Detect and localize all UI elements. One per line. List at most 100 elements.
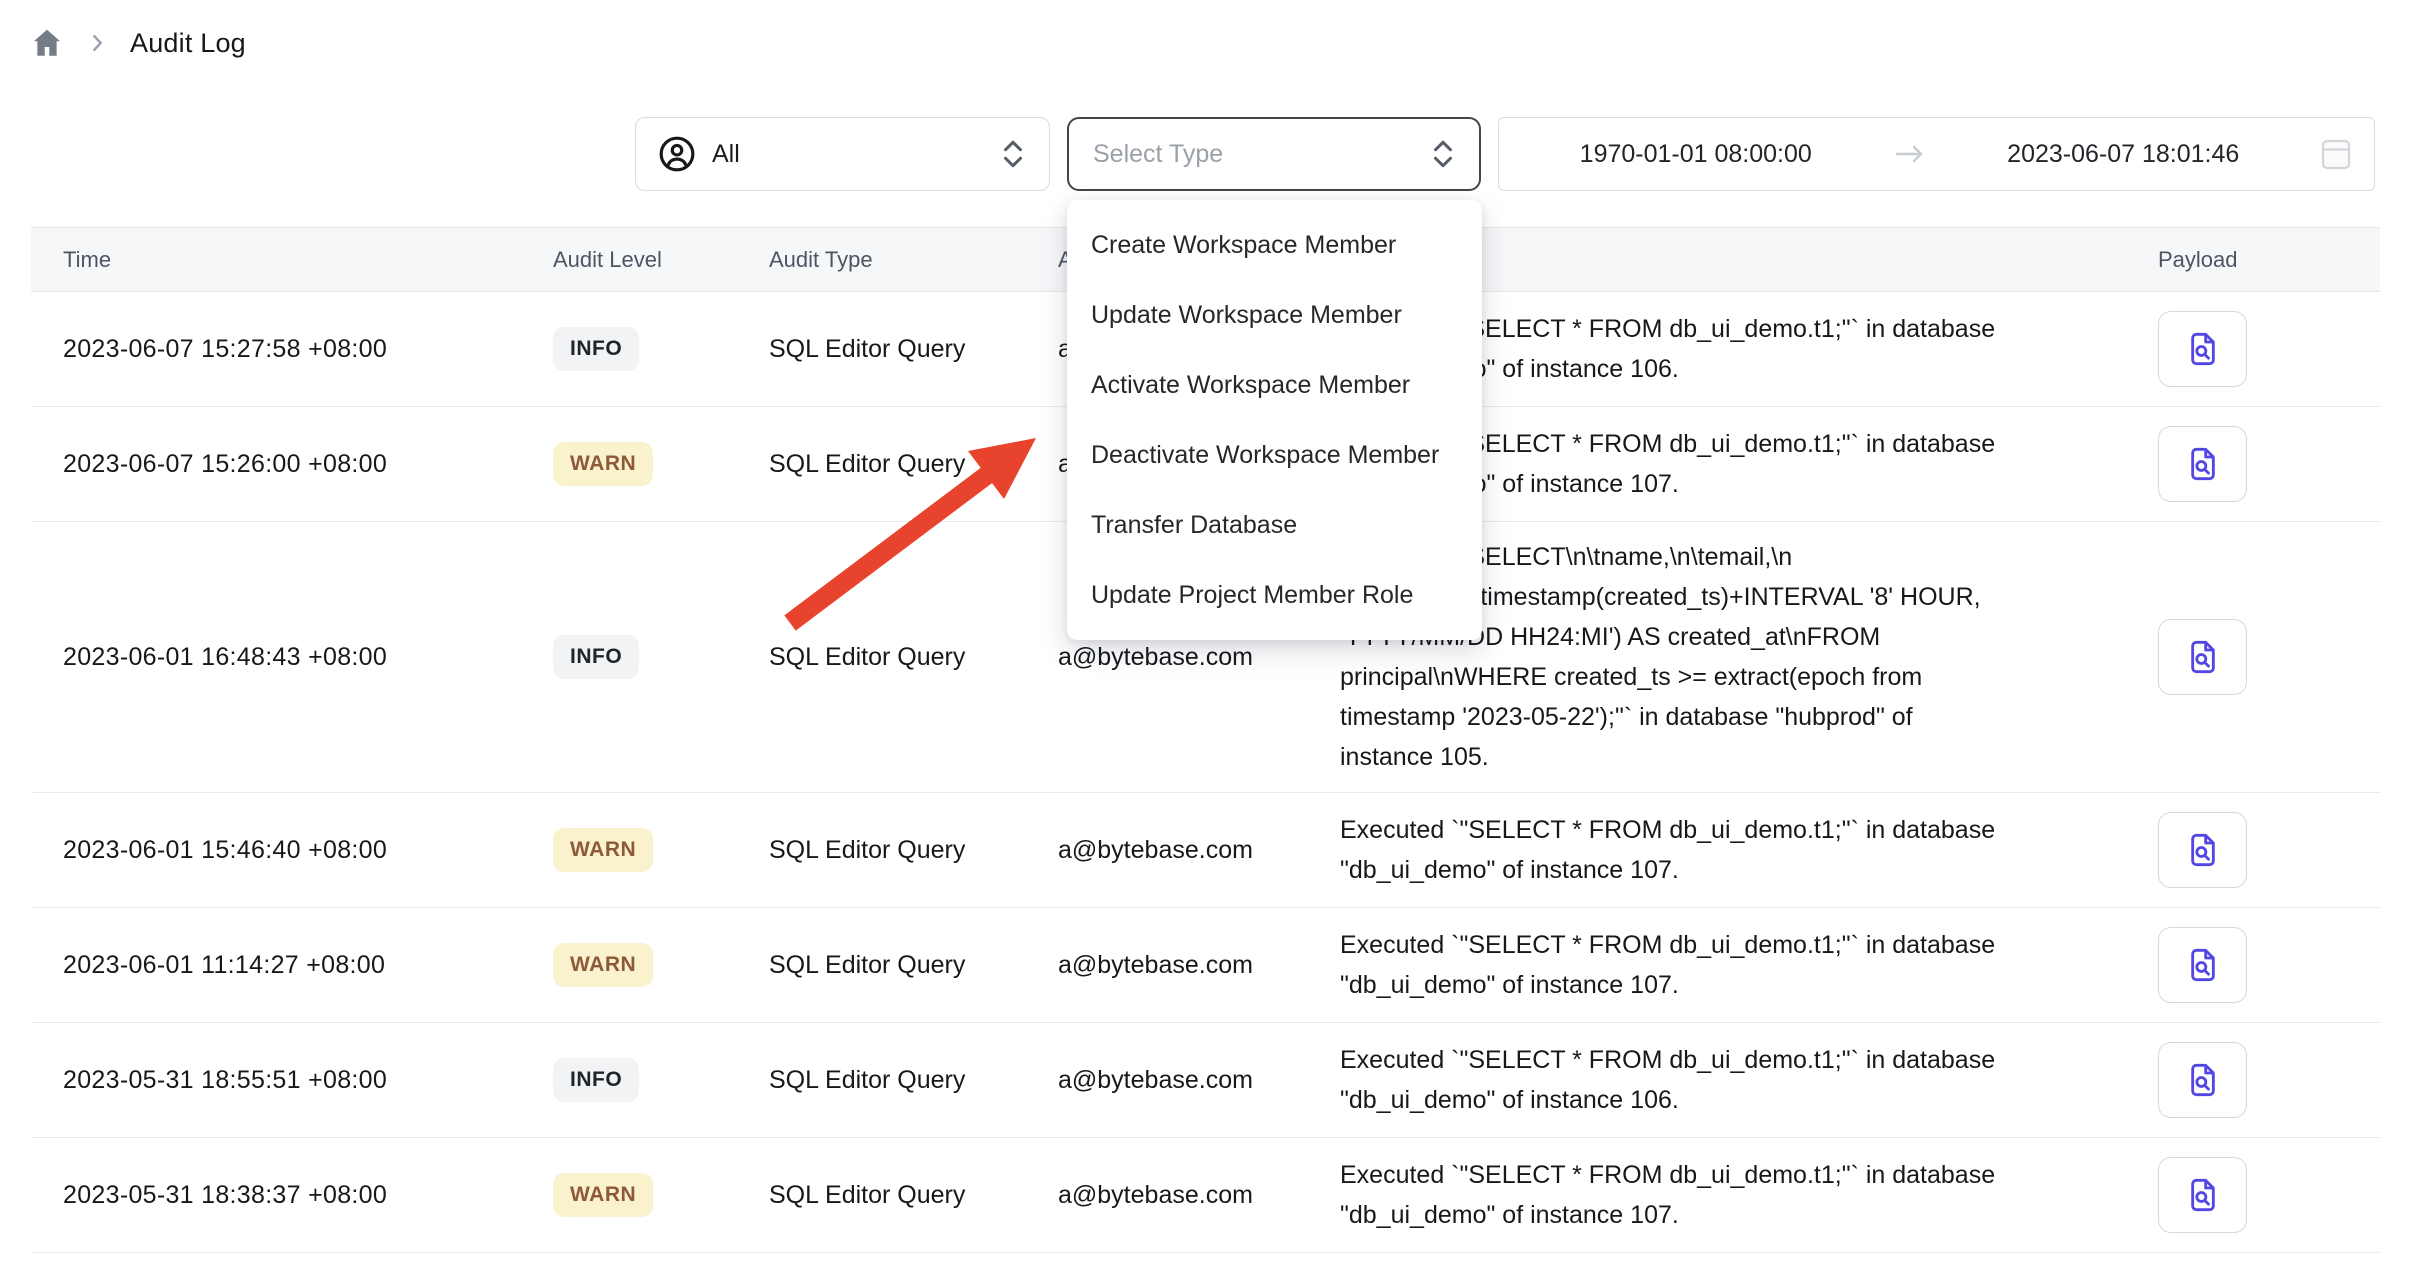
type-filter-placeholder: Select Type	[1093, 140, 1431, 169]
audit-level-badge: WARN	[553, 1173, 653, 1217]
dropdown-option[interactable]: Activate Workspace Member	[1067, 350, 1482, 420]
row-audit-level: INFO	[553, 327, 769, 371]
actor-filter-select[interactable]: All	[635, 117, 1050, 191]
row-audit-type: SQL Editor Query	[769, 450, 1058, 479]
dropdown-option-label: Create Workspace Member	[1091, 231, 1396, 260]
page-title: Audit Log	[130, 28, 246, 59]
row-payload	[2150, 619, 2380, 695]
comment-line: "db_ui_demo" of instance 107.	[1340, 850, 2150, 890]
row-actor: a@bytebase.com	[1058, 951, 1340, 980]
row-payload	[2150, 812, 2380, 888]
date-range-picker: 1970-01-01 08:00:00 2023-06-07 18:01:46	[1498, 117, 2375, 191]
row-time: 2023-06-01 16:48:43 +08:00	[31, 643, 553, 672]
row-payload	[2150, 1042, 2380, 1118]
comment-line: Executed `"SELECT * FROM db_ui_demo.t1;"…	[1340, 810, 2150, 850]
comment-line: "db_ui_demo" of instance 106.	[1340, 1080, 2150, 1120]
actor-filter-value: All	[712, 140, 1001, 169]
date-end-input[interactable]: 2023-06-07 18:01:46	[1927, 140, 2321, 169]
dropdown-option[interactable]: Deactivate Workspace Member	[1067, 420, 1482, 490]
home-icon[interactable]	[30, 26, 64, 60]
table-row: 2023-05-31 18:38:37 +08:00 WARN SQL Edit…	[31, 1138, 2380, 1253]
breadcrumb: Audit Log	[30, 26, 246, 60]
arrow-right-icon	[1893, 142, 1927, 166]
chevron-updown-icon	[1001, 138, 1025, 170]
row-audit-type: SQL Editor Query	[769, 836, 1058, 865]
row-audit-level: INFO	[553, 1058, 769, 1102]
payload-doc-icon	[2183, 444, 2223, 484]
row-actor: a@bytebase.com	[1058, 1066, 1340, 1095]
row-payload	[2150, 426, 2380, 502]
row-actor: a@bytebase.com	[1058, 1181, 1340, 1210]
audit-level-badge: WARN	[553, 828, 653, 872]
row-comment: Executed `"SELECT * FROM db_ui_demo.t1;"…	[1340, 1025, 2150, 1135]
calendar-icon[interactable]	[2320, 137, 2352, 171]
row-time: 2023-06-01 15:46:40 +08:00	[31, 836, 553, 865]
comment-line: "db_ui_demo" of instance 107.	[1340, 965, 2150, 1005]
row-actor: a@bytebase.com	[1058, 643, 1340, 672]
date-start-input[interactable]: 1970-01-01 08:00:00	[1499, 140, 1893, 169]
row-audit-level: WARN	[553, 828, 769, 872]
row-audit-level: INFO	[553, 635, 769, 679]
row-audit-type: SQL Editor Query	[769, 1181, 1058, 1210]
col-payload: Payload	[2150, 247, 2380, 273]
type-filter-select[interactable]: Select Type	[1067, 117, 1481, 191]
comment-line: "db_ui_demo" of instance 107.	[1340, 1195, 2150, 1235]
chevron-right-icon	[86, 32, 108, 54]
audit-level-badge: WARN	[553, 442, 653, 486]
payload-doc-icon	[2183, 329, 2223, 369]
view-payload-button[interactable]	[2158, 927, 2247, 1003]
row-comment: Executed `"SELECT * FROM db_ui_demo.t1;"…	[1340, 1140, 2150, 1250]
comment-line: principal\nWHERE created_ts >= extract(e…	[1340, 657, 2150, 697]
type-dropdown-menu: Create Workspace Member Update Workspace…	[1067, 200, 1482, 640]
audit-level-badge: INFO	[553, 1058, 639, 1102]
row-payload	[2150, 927, 2380, 1003]
row-time: 2023-05-31 18:38:37 +08:00	[31, 1181, 553, 1210]
comment-line: Executed `"SELECT * FROM db_ui_demo.t1;"…	[1340, 925, 2150, 965]
view-payload-button[interactable]	[2158, 311, 2247, 387]
col-audit-level: Audit Level	[553, 247, 769, 273]
row-comment: Executed `"SELECT * FROM db_ui_demo.t1;"…	[1340, 910, 2150, 1020]
view-payload-button[interactable]	[2158, 619, 2247, 695]
row-time: 2023-06-01 11:14:27 +08:00	[31, 951, 553, 980]
dropdown-option[interactable]: Update Workspace Member	[1067, 280, 1482, 350]
row-payload	[2150, 311, 2380, 387]
dropdown-option[interactable]: Create Workspace Member	[1067, 210, 1482, 280]
dropdown-option[interactable]: Update Project Member Role	[1067, 560, 1482, 630]
row-audit-type: SQL Editor Query	[769, 1066, 1058, 1095]
audit-level-badge: INFO	[553, 327, 639, 371]
table-row: 2023-05-31 18:55:51 +08:00 INFO SQL Edit…	[31, 1023, 2380, 1138]
filter-bar: All Select Type 1970-01-01 08:00:00 2023…	[635, 117, 2375, 191]
col-audit-type: Audit Type	[769, 247, 1058, 273]
row-time: 2023-06-07 15:26:00 +08:00	[31, 450, 553, 479]
row-audit-level: WARN	[553, 1173, 769, 1217]
dropdown-option[interactable]: Transfer Database	[1067, 490, 1482, 560]
payload-doc-icon	[2183, 637, 2223, 677]
view-payload-button[interactable]	[2158, 812, 2247, 888]
row-audit-type: SQL Editor Query	[769, 643, 1058, 672]
table-row: 2023-06-01 15:46:40 +08:00 WARN SQL Edit…	[31, 793, 2380, 908]
comment-line: Executed `"SELECT * FROM db_ui_demo.t1;"…	[1340, 1040, 2150, 1080]
user-icon	[658, 135, 696, 173]
row-audit-type: SQL Editor Query	[769, 335, 1058, 364]
view-payload-button[interactable]	[2158, 1157, 2247, 1233]
row-time: 2023-06-07 15:27:58 +08:00	[31, 335, 553, 364]
dropdown-option-label: Deactivate Workspace Member	[1091, 441, 1439, 470]
row-audit-level: WARN	[553, 442, 769, 486]
comment-line: instance 105.	[1340, 737, 2150, 777]
row-time: 2023-05-31 18:55:51 +08:00	[31, 1066, 553, 1095]
row-payload	[2150, 1157, 2380, 1233]
table-row: 2023-06-01 11:14:27 +08:00 WARN SQL Edit…	[31, 908, 2380, 1023]
audit-level-badge: WARN	[553, 943, 653, 987]
row-audit-type: SQL Editor Query	[769, 951, 1058, 980]
chevron-updown-icon	[1431, 138, 1455, 170]
view-payload-button[interactable]	[2158, 426, 2247, 502]
payload-doc-icon	[2183, 1175, 2223, 1215]
view-payload-button[interactable]	[2158, 1042, 2247, 1118]
payload-doc-icon	[2183, 945, 2223, 985]
row-comment: Executed `"SELECT * FROM db_ui_demo.t1;"…	[1340, 795, 2150, 905]
dropdown-option-label: Activate Workspace Member	[1091, 371, 1410, 400]
dropdown-option-label: Update Project Member Role	[1091, 581, 1413, 610]
payload-doc-icon	[2183, 1060, 2223, 1100]
table-row-partial	[31, 1253, 2380, 1267]
dropdown-option-label: Update Workspace Member	[1091, 301, 1402, 330]
